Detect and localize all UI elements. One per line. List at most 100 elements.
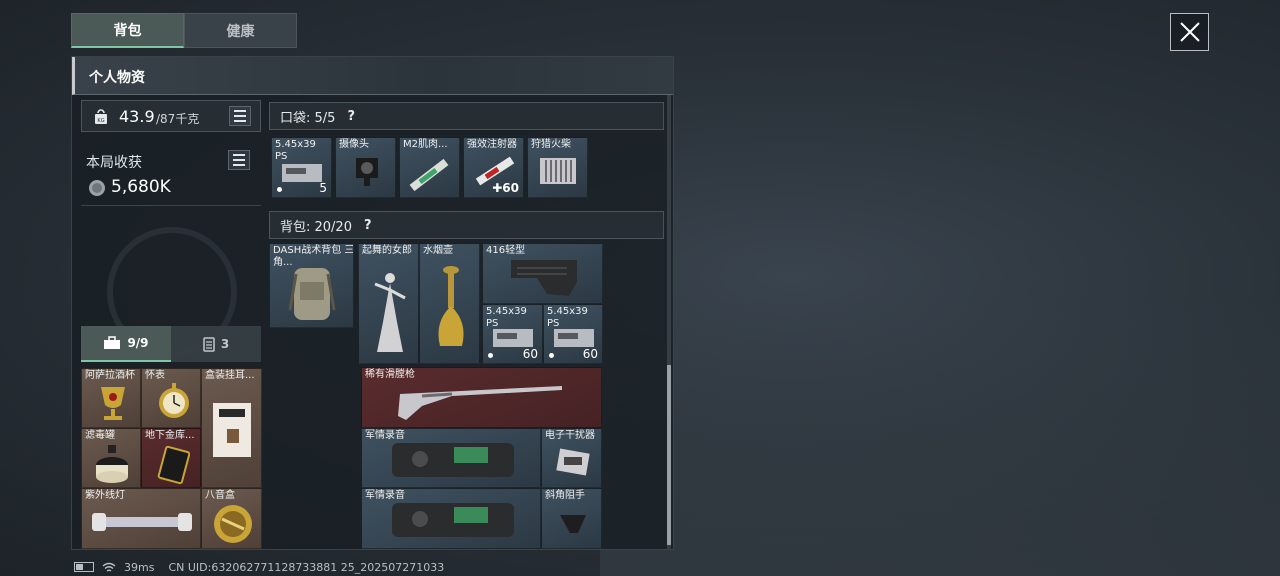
item-label: 狩猎火柴 bbox=[531, 139, 571, 150]
tab-ticket[interactable]: 3 bbox=[171, 326, 261, 362]
weight-current: 43.9 bbox=[119, 107, 155, 126]
hookah-icon bbox=[438, 266, 464, 346]
musket-icon bbox=[398, 386, 562, 420]
item-qty-value: 60 bbox=[502, 181, 519, 195]
item-qty: 60 bbox=[522, 347, 538, 361]
backpack-item-hookah[interactable]: 水烟壶 bbox=[419, 243, 480, 364]
weight-list-button[interactable] bbox=[229, 106, 251, 126]
session-harvest: 本局收获 5,680K bbox=[81, 144, 261, 206]
item-qty: ✚60 bbox=[492, 181, 519, 195]
pocket-title: 口袋: 5/5 bbox=[280, 110, 336, 126]
grip-icon bbox=[560, 515, 586, 533]
backpack-item-dancer[interactable]: 起舞的女郎 bbox=[358, 243, 419, 364]
pocket-item-injector[interactable]: 强效注射器 ✚60 bbox=[463, 137, 524, 198]
music-box-icon bbox=[214, 505, 252, 543]
weight-max: /87千克 bbox=[156, 112, 200, 126]
tab-safe-box[interactable]: 9/9 bbox=[81, 326, 171, 362]
item-label: 阿萨拉酒杯 bbox=[85, 370, 135, 381]
card-icon bbox=[203, 336, 215, 352]
player-uid: CN UID:632062771128733881 25_20250727103… bbox=[168, 560, 445, 574]
item-label: 摄像头 bbox=[339, 139, 369, 150]
harvest-list-button[interactable] bbox=[228, 150, 250, 170]
backpack-item-musket[interactable]: 稀有滑膛枪 bbox=[361, 367, 602, 428]
backpack-help-button[interactable]: ? bbox=[364, 218, 372, 233]
harvest-value: 5,680K bbox=[111, 177, 171, 197]
statue-icon bbox=[374, 273, 406, 352]
personal-items-panel: 个人物资 KG 43.9 /87千克 本局收获 5,680K 9/9 3 阿萨拉… bbox=[71, 56, 674, 550]
weight-icon: KG bbox=[95, 109, 107, 124]
coffee-box-icon bbox=[213, 403, 251, 457]
pocket-watch-icon bbox=[159, 383, 189, 418]
svg-text:KG: KG bbox=[97, 118, 104, 124]
panel-header: 个人物资 bbox=[72, 57, 673, 95]
backpack-item-ammo-1[interactable]: 5.45x39 PS 60 bbox=[482, 304, 543, 364]
recorder-icon bbox=[392, 503, 514, 537]
item-label: 水烟壶 bbox=[423, 245, 453, 256]
ping-value: 39ms bbox=[124, 560, 155, 574]
backpack-header: 背包: 20/20 ? bbox=[269, 211, 664, 239]
item-vault-card[interactable]: 地下金库... bbox=[141, 428, 201, 488]
safe-box-grid: 阿萨拉酒杯 怀表 盒装挂耳... 滤毒罐 地下金库... 紫外线灯 八音盒 bbox=[81, 368, 262, 549]
keycard-icon bbox=[157, 445, 190, 485]
recorder-icon bbox=[392, 443, 514, 477]
item-label: 紫外线灯 bbox=[85, 490, 125, 501]
harvest-label: 本局收获 bbox=[86, 155, 142, 171]
panel-title: 个人物资 bbox=[89, 70, 145, 86]
matches-icon bbox=[540, 158, 576, 184]
backpack-item-ammo-2[interactable]: 5.45x39 PS 60 bbox=[543, 304, 603, 364]
item-label: M2肌肉... bbox=[403, 139, 448, 150]
pocket-item-camera[interactable]: 摄像头 bbox=[335, 137, 396, 198]
close-button[interactable] bbox=[1170, 13, 1209, 51]
backpack-item-recorder-2[interactable]: 军情录音 bbox=[361, 488, 541, 549]
jammer-icon bbox=[556, 448, 590, 476]
scroll-thumb[interactable] bbox=[667, 365, 671, 545]
tab-backpack[interactable]: 背包 bbox=[71, 13, 184, 48]
pocket-item-matches[interactable]: 狩猎火柴 bbox=[527, 137, 588, 198]
top-tabs: 背包 健康 bbox=[71, 13, 297, 48]
item-label: 滤毒罐 bbox=[85, 430, 115, 441]
backpack-item-jammer[interactable]: 电子干扰器 bbox=[541, 428, 602, 488]
container-tabs: 9/9 3 bbox=[81, 326, 261, 362]
ammo-dot bbox=[488, 353, 493, 358]
gun-stock-icon bbox=[511, 260, 577, 296]
status-bar: 39ms CN UID:632062771128733881 25_202507… bbox=[74, 559, 444, 575]
wifi-icon bbox=[102, 562, 116, 572]
backpack-item-416-stock[interactable]: 416轻型 bbox=[482, 243, 603, 304]
backpack-icon bbox=[288, 268, 336, 320]
pocket-item-ammo[interactable]: 5.45x39 PS 5 bbox=[271, 137, 332, 198]
tab-health[interactable]: 健康 bbox=[184, 13, 297, 48]
toolbox-icon bbox=[104, 336, 121, 349]
item-asala-cup[interactable]: 阿萨拉酒杯 bbox=[81, 368, 141, 428]
backpack-item-angled-grip[interactable]: 斜角阻手 bbox=[541, 488, 602, 549]
weight-indicator: KG 43.9 /87千克 bbox=[81, 100, 261, 132]
ammo-dot bbox=[549, 353, 554, 358]
backpack-title: 背包: 20/20 bbox=[280, 219, 352, 235]
coin-icon bbox=[89, 180, 105, 196]
item-drip-coffee[interactable]: 盒装挂耳... bbox=[201, 368, 262, 488]
item-label: 强效注射器 bbox=[467, 139, 517, 150]
item-label: 盒装挂耳... bbox=[205, 370, 255, 381]
backpack-item-dash-bag[interactable]: DASH战术背包 三角... bbox=[269, 243, 354, 328]
backpack-scrollbar[interactable] bbox=[667, 95, 671, 549]
item-music-box[interactable]: 八音盒 bbox=[201, 488, 262, 549]
item-uv-lamp[interactable]: 紫外线灯 bbox=[81, 488, 201, 549]
item-label: 起舞的女郎 bbox=[362, 245, 412, 256]
background-floor bbox=[600, 300, 1280, 576]
pocket-help-button[interactable]: ? bbox=[347, 109, 355, 124]
battery-icon bbox=[74, 562, 94, 572]
item-filter-canister[interactable]: 滤毒罐 bbox=[81, 428, 141, 488]
goblet-icon bbox=[101, 387, 125, 420]
pocket-item-m2-muscle[interactable]: M2肌肉... bbox=[399, 137, 460, 198]
medical-plus-icon: ✚ bbox=[492, 181, 503, 195]
item-label: 电子干扰器 bbox=[545, 430, 595, 441]
ammo-box-icon bbox=[282, 164, 322, 182]
canister-icon bbox=[96, 445, 128, 483]
backpack-item-recorder-1[interactable]: 军情录音 bbox=[361, 428, 541, 488]
item-qty: 60 bbox=[582, 347, 598, 361]
close-icon bbox=[1179, 22, 1200, 42]
item-qty: 5 bbox=[319, 181, 327, 195]
ticket-count: 3 bbox=[220, 337, 230, 351]
item-pocket-watch[interactable]: 怀表 bbox=[141, 368, 201, 428]
syringe-icon bbox=[409, 158, 449, 192]
item-label: 斜角阻手 bbox=[545, 490, 585, 501]
